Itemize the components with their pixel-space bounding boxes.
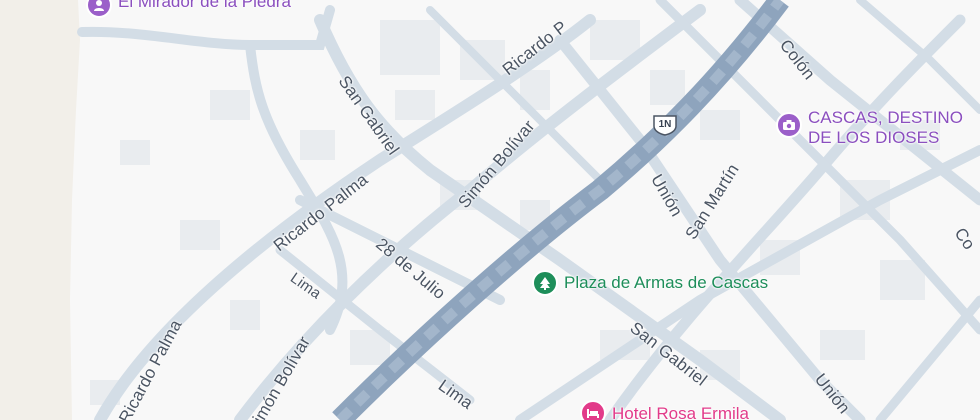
poi-label: Hotel Rosa Ermila xyxy=(612,404,749,420)
map-canvas[interactable]: Ricardo P San Gabriel Colón Simón Bolíva… xyxy=(0,0,980,420)
highway-shield-label: 1N xyxy=(659,119,672,130)
poi-label: El Mirador de la Piedra xyxy=(118,0,291,11)
tree-icon xyxy=(532,270,558,296)
bed-icon xyxy=(580,400,606,420)
highway-shield-icon: 1N xyxy=(653,115,677,136)
poi-label: CASCAS, DESTINO DE LOS DIOSES xyxy=(808,108,963,147)
poi-el-mirador-de-la-piedra[interactable]: El Mirador de la Piedra xyxy=(86,0,291,18)
poi-plaza-de-armas-de-cascas[interactable]: Plaza de Armas de Cascas xyxy=(532,270,768,296)
person-pin-icon xyxy=(86,0,112,18)
poi-hotel-rosa-ermila[interactable]: Hotel Rosa Ermila xyxy=(580,400,749,420)
camera-icon xyxy=(776,112,802,138)
poi-cascas-destino-de-los-dioses[interactable]: CASCAS, DESTINO DE LOS DIOSES xyxy=(776,108,963,148)
terrain-area xyxy=(0,0,80,420)
poi-label: Plaza de Armas de Cascas xyxy=(564,273,769,292)
